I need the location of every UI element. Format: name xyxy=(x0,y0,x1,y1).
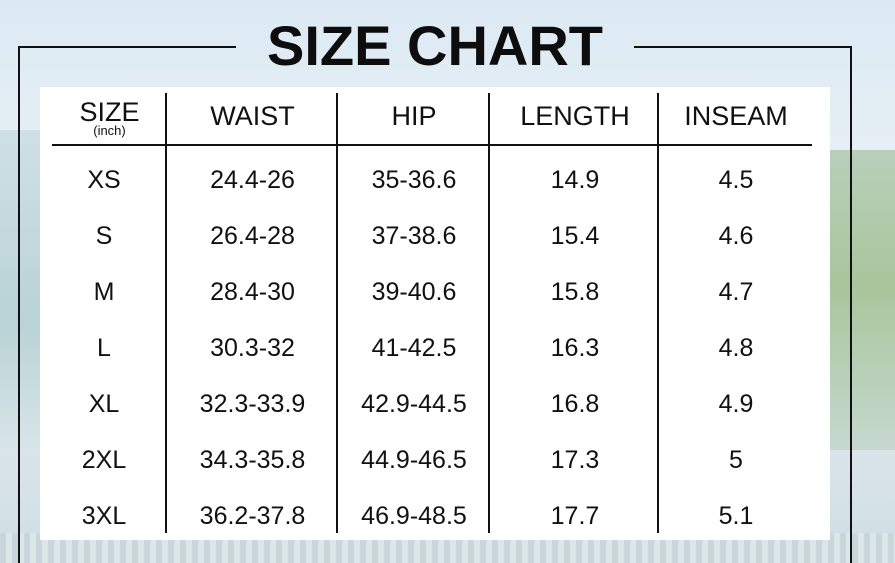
frame-line xyxy=(18,46,20,563)
frame-line xyxy=(850,46,852,563)
cell-hip: 37-38.6 xyxy=(371,222,457,250)
cell-waist: 32.3-33.9 xyxy=(199,390,306,418)
frame-line xyxy=(634,46,852,48)
cell-hip: 42.9-44.5 xyxy=(361,390,467,418)
header-waist: WAIST xyxy=(210,101,295,131)
cell-size: 2XL xyxy=(81,446,127,474)
header-size-unit: (inch) xyxy=(93,123,126,138)
cell-hip: 39-40.6 xyxy=(371,278,457,306)
cell-inseam: 5.1 xyxy=(718,502,754,530)
cell-hip: 44.9-46.5 xyxy=(361,446,467,474)
header-size: SIZE (inch) xyxy=(52,87,167,145)
cell-size: L xyxy=(97,334,111,362)
cell-length: 15.4 xyxy=(550,222,600,250)
size-table: SIZE (inch) WAIST HIP LENGTH INSEAM XS 2… xyxy=(40,87,830,540)
header-size-label: SIZE xyxy=(79,97,140,127)
cell-inseam: 4.5 xyxy=(718,166,754,194)
background-building xyxy=(0,130,40,450)
cell-hip: 35-36.6 xyxy=(371,166,457,194)
cell-inseam: 4.8 xyxy=(718,334,754,362)
cell-waist: 34.3-35.8 xyxy=(199,446,306,474)
cell-waist: 28.4-30 xyxy=(210,278,295,306)
cell-length: 17.3 xyxy=(550,446,600,474)
cell-size: XS xyxy=(87,166,121,194)
table-row: 3XL 36.2-37.8 46.9-48.5 17.7 5.1 xyxy=(52,488,812,544)
cell-hip: 41-42.5 xyxy=(371,334,457,362)
cell-length: 16.8 xyxy=(550,390,600,418)
cell-size: S xyxy=(95,222,113,250)
table-row: 2XL 34.3-35.8 44.9-46.5 17.3 5 xyxy=(52,432,812,488)
table-row: XL 32.3-33.9 42.9-44.5 16.8 4.9 xyxy=(52,376,812,432)
cell-waist: 30.3-32 xyxy=(210,334,295,362)
table-row: XS 24.4-26 35-36.6 14.9 4.5 xyxy=(52,152,812,208)
cell-length: 16.3 xyxy=(550,334,600,362)
cell-inseam: 5 xyxy=(729,446,743,474)
cell-waist: 36.2-37.8 xyxy=(199,502,306,530)
page-title: SIZE CHART xyxy=(267,14,603,77)
cell-inseam: 4.7 xyxy=(718,278,754,306)
cell-size: 3XL xyxy=(81,502,127,530)
frame-line xyxy=(18,46,236,48)
header-hip: HIP xyxy=(391,101,437,131)
cell-waist: 26.4-28 xyxy=(210,222,295,250)
header-inseam: INSEAM xyxy=(684,101,788,131)
cell-length: 14.9 xyxy=(550,166,600,194)
table-row: M 28.4-30 39-40.6 15.8 4.7 xyxy=(52,264,812,320)
table-row: S 26.4-28 37-38.6 15.4 4.6 xyxy=(52,208,812,264)
cell-size: M xyxy=(93,278,115,306)
header-length: LENGTH xyxy=(520,101,630,131)
table-row: L 30.3-32 41-42.5 16.3 4.8 xyxy=(52,320,812,376)
cell-waist: 24.4-26 xyxy=(210,166,295,194)
cell-size: XL xyxy=(88,390,120,418)
cell-inseam: 4.6 xyxy=(718,222,754,250)
cell-length: 17.7 xyxy=(550,502,600,530)
cell-length: 15.8 xyxy=(550,278,600,306)
background-palm-tree xyxy=(825,150,895,450)
cell-hip: 46.9-48.5 xyxy=(361,502,467,530)
cell-inseam: 4.9 xyxy=(718,390,754,418)
